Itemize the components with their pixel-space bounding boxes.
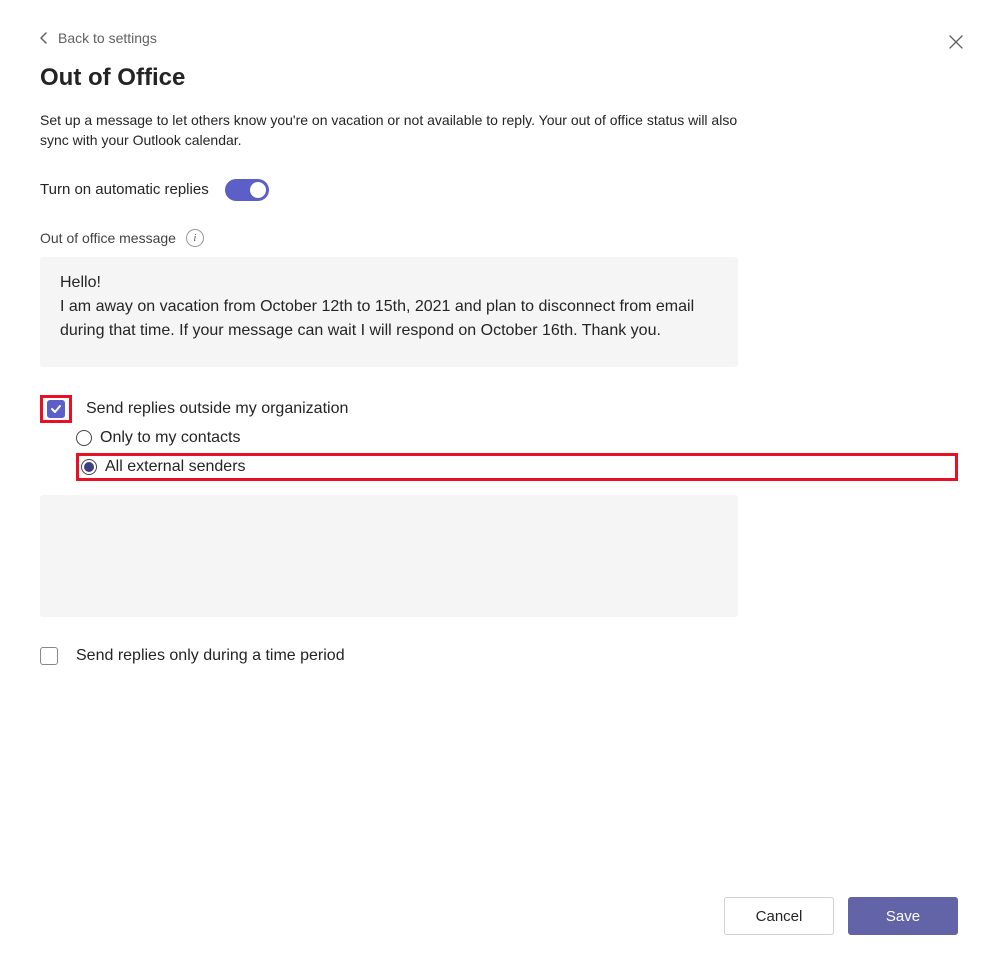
highlight-box-checkbox (40, 395, 72, 423)
back-to-settings-link[interactable]: Back to settings (40, 30, 157, 46)
save-button[interactable]: Save (848, 897, 958, 935)
only-contacts-radio[interactable] (76, 430, 92, 446)
chevron-left-icon (40, 31, 50, 45)
page-description: Set up a message to let others know you'… (40, 110, 760, 151)
message-field-label: Out of office message (40, 230, 176, 246)
outside-scope-radio-group: Only to my contacts All external senders (76, 429, 958, 481)
cancel-button[interactable]: Cancel (724, 897, 834, 935)
dialog-footer: Cancel Save (724, 897, 958, 935)
external-message-input[interactable] (40, 495, 738, 617)
time-period-checkbox[interactable] (40, 647, 58, 665)
auto-replies-label: Turn on automatic replies (40, 181, 209, 198)
time-period-label: Send replies only during a time period (76, 647, 345, 665)
highlight-box-radio: All external senders (76, 453, 958, 481)
all-external-label: All external senders (105, 458, 246, 476)
only-contacts-label: Only to my contacts (100, 429, 241, 447)
toggle-knob (250, 182, 266, 198)
all-external-radio[interactable] (81, 459, 97, 475)
info-icon[interactable]: i (186, 229, 204, 247)
auto-replies-toggle[interactable] (225, 179, 269, 201)
page-title: Out of Office (40, 64, 958, 92)
back-link-label: Back to settings (58, 30, 157, 46)
send-outside-checkbox[interactable] (47, 400, 65, 418)
close-button[interactable] (944, 30, 968, 54)
out-of-office-message-input[interactable]: Hello! I am away on vacation from Octobe… (40, 257, 738, 367)
send-outside-label: Send replies outside my organization (86, 400, 348, 418)
